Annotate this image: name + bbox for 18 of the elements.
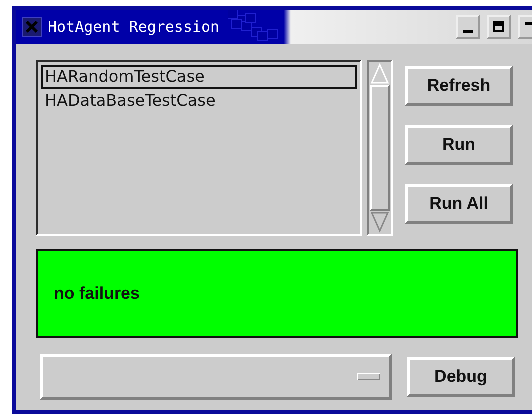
minimize-button[interactable] [456, 15, 480, 39]
maximize-button[interactable] [487, 15, 511, 39]
maximize-icon [493, 21, 505, 33]
list-item[interactable]: HADataBaseTestCase [41, 89, 357, 113]
debug-button[interactable]: Debug [407, 357, 515, 397]
action-button[interactable]: Run All [405, 184, 513, 224]
minimize-icon [463, 30, 473, 32]
action-button[interactable]: Refresh [405, 66, 513, 106]
action-button[interactable]: Run [405, 125, 513, 165]
window-title: HotAgent Regression [48, 18, 220, 36]
list-item[interactable]: HARandomTestCase [41, 65, 357, 89]
scrollbar[interactable] [367, 60, 393, 236]
option-menu[interactable] [40, 354, 392, 400]
shade-icon [525, 22, 532, 24]
option-menu-indicator-icon [357, 373, 381, 381]
down-arrow-icon[interactable] [370, 211, 390, 233]
status-message: no failures [54, 284, 140, 304]
close-icon[interactable] [22, 17, 42, 37]
